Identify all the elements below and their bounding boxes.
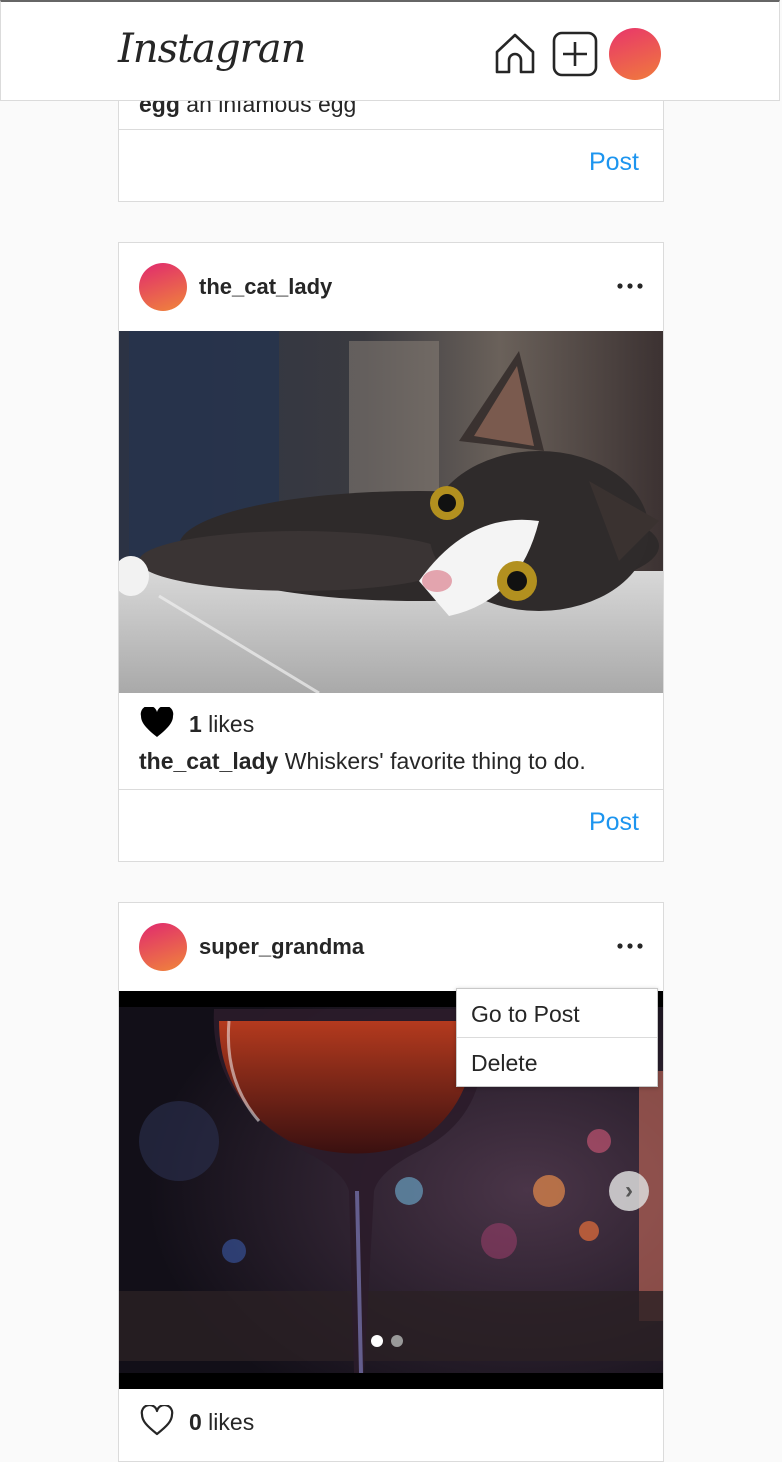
- avatar[interactable]: [139, 923, 187, 971]
- post-card-cat: the_cat_lady 1 likes the_cat_lady Whiske…: [118, 242, 664, 862]
- likes-count: 0 likes: [189, 1409, 255, 1435]
- carousel-indicator: [371, 1335, 411, 1349]
- comment-row: Post: [119, 129, 663, 200]
- instagram-logo[interactable]: Instagran: [118, 26, 306, 72]
- post-caption: the_cat_lady Whiskers' favorite thing to…: [139, 748, 649, 775]
- post-actions: 1 likes: [139, 705, 639, 741]
- more-dots-icon[interactable]: [615, 933, 645, 959]
- post-actions: 0 likes: [139, 1403, 639, 1439]
- heart-outline-icon[interactable]: [139, 1403, 175, 1437]
- menu-item-delete[interactable]: Delete: [457, 1037, 657, 1086]
- post-username[interactable]: the_cat_lady: [199, 274, 332, 300]
- avatar[interactable]: [139, 263, 187, 311]
- menu-item-go-to-post[interactable]: Go to Post: [457, 989, 657, 1037]
- post-header: the_cat_lady: [119, 243, 663, 331]
- post-header: super_grandma: [119, 903, 663, 991]
- home-icon[interactable]: [491, 30, 539, 78]
- profile-avatar[interactable]: [609, 28, 661, 80]
- post-card-wine: super_grandma › 0 likes: [118, 902, 664, 1462]
- post-comment-button[interactable]: Post: [589, 808, 639, 837]
- post-options-menu: Go to Post Delete: [456, 988, 658, 1087]
- post-username[interactable]: super_grandma: [199, 934, 364, 960]
- likes-count: 1 likes: [189, 711, 255, 737]
- more-dots-icon[interactable]: [615, 273, 645, 299]
- carousel-dot-active[interactable]: [371, 1335, 383, 1347]
- heart-filled-icon[interactable]: [139, 705, 175, 739]
- caption-text: Whiskers' favorite thing to do.: [278, 748, 586, 774]
- chevron-right-icon[interactable]: ›: [609, 1171, 649, 1211]
- top-nav-bar: Instagran: [0, 0, 780, 101]
- carousel-dot[interactable]: [391, 1335, 403, 1347]
- plus-square-icon[interactable]: [551, 30, 599, 78]
- post-image[interactable]: [119, 331, 663, 693]
- comment-row: Post: [119, 789, 663, 860]
- caption-username[interactable]: the_cat_lady: [139, 748, 278, 774]
- post-comment-button[interactable]: Post: [589, 148, 639, 177]
